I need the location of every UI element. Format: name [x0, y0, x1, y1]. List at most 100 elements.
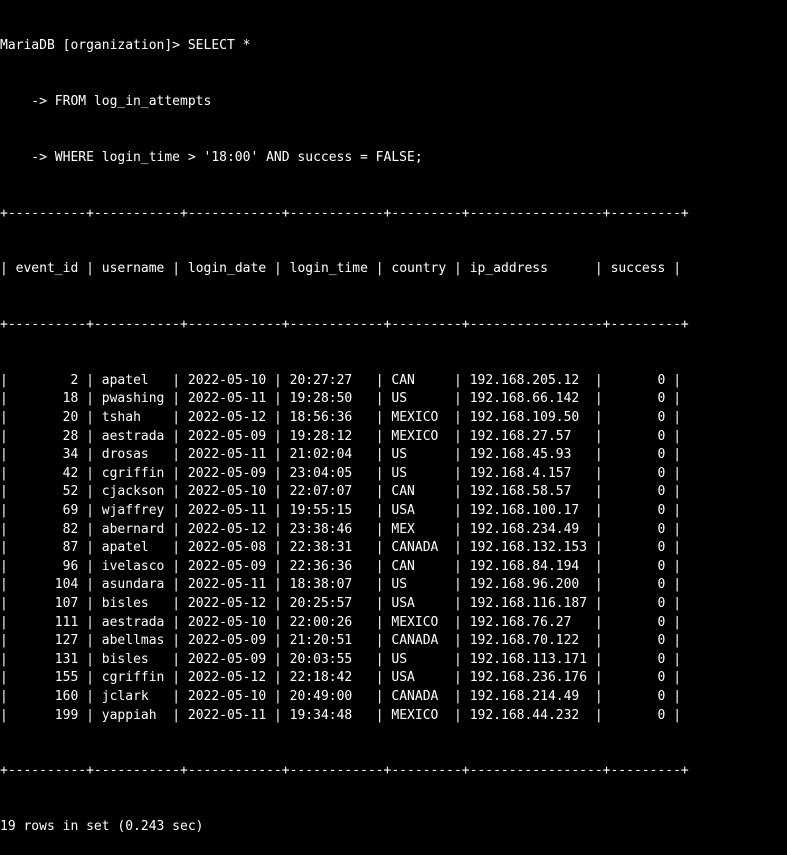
cell-login-date: 2022-05-08 [187, 540, 267, 556]
column-header-login-date: login_date [187, 261, 267, 277]
column-header-ip-address: ip_address [469, 261, 548, 277]
query-line: -> FROM log_in_attempts [0, 93, 212, 109]
table-row: | 199 | yappiah | 2022-05-11 | 19:34:48 … [0, 707, 682, 723]
cell-ip-address: 192.168.116.187 [469, 596, 588, 611]
cell-country: CANADA [391, 540, 439, 556]
cell-success: 0 [657, 503, 666, 519]
cell-login-date: 2022-05-11 [187, 447, 267, 463]
cell-ip-address: 192.168.100.17 [469, 503, 580, 519]
cell-login-date: 2022-05-09 [187, 428, 267, 444]
cell-login-date: 2022-05-09 [187, 465, 267, 481]
cell-username: aestrada [101, 428, 165, 444]
cell-login-time: 20:25:57 [289, 596, 353, 611]
cell-username: yappiah [101, 707, 157, 723]
cell-ip-address: 192.168.70.122 [469, 633, 580, 649]
cell-login-time: 22:07:07 [289, 484, 353, 500]
table-body: | 2 | apatel | 2022-05-10 | 20:27:27 | C… [0, 372, 787, 725]
cell-country: CAN [391, 484, 415, 500]
cell-login-date: 2022-05-12 [187, 596, 267, 611]
cell-ip-address: 192.168.76.27 [469, 614, 572, 630]
cell-ip-address: 192.168.214.49 [469, 688, 580, 704]
cell-event-id: 87 [62, 540, 79, 556]
cell-country: USA [391, 596, 415, 611]
cell-success: 0 [657, 633, 666, 649]
cell-login-date: 2022-05-12 [187, 521, 267, 537]
cell-username: wjaffrey [101, 503, 165, 519]
cell-country: CANADA [391, 688, 439, 704]
cell-country: USA [391, 670, 415, 686]
table-border-mid: +----------+-----------+------------+---… [0, 317, 689, 333]
cell-login-time: 20:49:00 [289, 688, 353, 704]
table-row: | 155 | cgriffin | 2022-05-12 | 22:18:42… [0, 670, 682, 686]
table-row: | 107 | bisles | 2022-05-12 | 20:25:57 |… [0, 596, 682, 611]
cell-ip-address: 192.168.45.93 [469, 447, 572, 463]
cell-login-time: 20:27:27 [289, 372, 353, 388]
cell-event-id: 111 [54, 614, 79, 630]
cell-event-id: 131 [54, 651, 79, 667]
table-row: | 69 | wjaffrey | 2022-05-11 | 19:55:15 … [0, 503, 682, 519]
terminal-window[interactable]: MariaDB [organization]> SELECT * -> FROM… [0, 0, 787, 834]
cell-event-id: 34 [62, 447, 79, 463]
cell-login-time: 22:18:42 [289, 670, 353, 686]
cell-ip-address: 192.168.84.194 [469, 558, 580, 574]
cell-country: MEXICO [391, 707, 439, 723]
cell-login-time: 18:38:07 [289, 577, 353, 593]
cell-username: drosas [101, 447, 149, 463]
cell-username: abernard [101, 521, 165, 537]
table-border-top: +----------+-----------+------------+---… [0, 205, 689, 221]
cell-ip-address: 192.168.132.153 [469, 540, 588, 556]
cell-username: apatel [101, 540, 149, 556]
cell-success: 0 [657, 688, 666, 704]
cell-username: cgriffin [101, 670, 165, 686]
cell-ip-address: 192.168.96.200 [469, 577, 580, 593]
cell-success: 0 [657, 558, 666, 574]
cell-ip-address: 192.168.205.12 [469, 372, 580, 388]
cell-success: 0 [657, 521, 666, 537]
column-header-login-time: login_time [289, 261, 368, 277]
cell-ip-address: 192.168.27.57 [469, 428, 572, 444]
cell-login-time: 19:28:50 [289, 391, 353, 407]
cell-ip-address: 192.168.66.142 [469, 391, 580, 407]
cell-country: CAN [391, 372, 415, 388]
cell-login-date: 2022-05-10 [187, 372, 267, 388]
cell-username: pwashing [101, 391, 165, 407]
cell-login-date: 2022-05-12 [187, 670, 267, 686]
cell-event-id: 96 [62, 558, 79, 574]
cell-event-id: 199 [54, 707, 79, 723]
cell-country: US [391, 651, 408, 667]
cell-event-id: 104 [54, 577, 79, 593]
cell-event-id: 127 [54, 633, 79, 649]
table-row: | 42 | cgriffin | 2022-05-09 | 23:04:05 … [0, 465, 682, 481]
table-row: | 82 | abernard | 2022-05-12 | 23:38:46 … [0, 521, 682, 537]
cell-login-date: 2022-05-11 [187, 577, 267, 593]
cell-login-time: 22:00:26 [289, 614, 353, 630]
cell-ip-address: 192.168.236.176 [469, 670, 588, 686]
cell-success: 0 [657, 596, 666, 611]
cell-success: 0 [657, 428, 666, 444]
table-row: | 2 | apatel | 2022-05-10 | 20:27:27 | C… [0, 372, 682, 388]
cell-ip-address: 192.168.234.49 [469, 521, 580, 537]
cell-country: MEX [391, 521, 415, 537]
cell-country: MEXICO [391, 614, 439, 630]
table-row: | 111 | aestrada | 2022-05-10 | 22:00:26… [0, 614, 682, 630]
cell-login-date: 2022-05-11 [187, 503, 267, 519]
table-row: | 104 | asundara | 2022-05-11 | 18:38:07… [0, 577, 682, 593]
cell-username: aestrada [101, 614, 165, 630]
cell-success: 0 [657, 614, 666, 630]
cell-country: US [391, 447, 408, 463]
cell-success: 0 [657, 540, 666, 556]
cell-success: 0 [657, 707, 666, 723]
cell-ip-address: 192.168.113.171 [469, 651, 588, 667]
cell-event-id: 155 [54, 670, 79, 686]
cell-success: 0 [657, 372, 666, 388]
cell-username: tshah [101, 410, 141, 426]
table-row: | 28 | aestrada | 2022-05-09 | 19:28:12 … [0, 428, 682, 444]
cell-success: 0 [657, 391, 666, 407]
cell-ip-address: 192.168.4.157 [469, 465, 572, 481]
cell-country: MEXICO [391, 410, 439, 426]
cell-login-time: 21:20:51 [289, 633, 353, 649]
cell-login-date: 2022-05-10 [187, 688, 267, 704]
table-row: | 87 | apatel | 2022-05-08 | 22:38:31 | … [0, 540, 682, 556]
table-row: | 18 | pwashing | 2022-05-11 | 19:28:50 … [0, 391, 682, 407]
cell-login-time: 23:04:05 [289, 465, 353, 481]
